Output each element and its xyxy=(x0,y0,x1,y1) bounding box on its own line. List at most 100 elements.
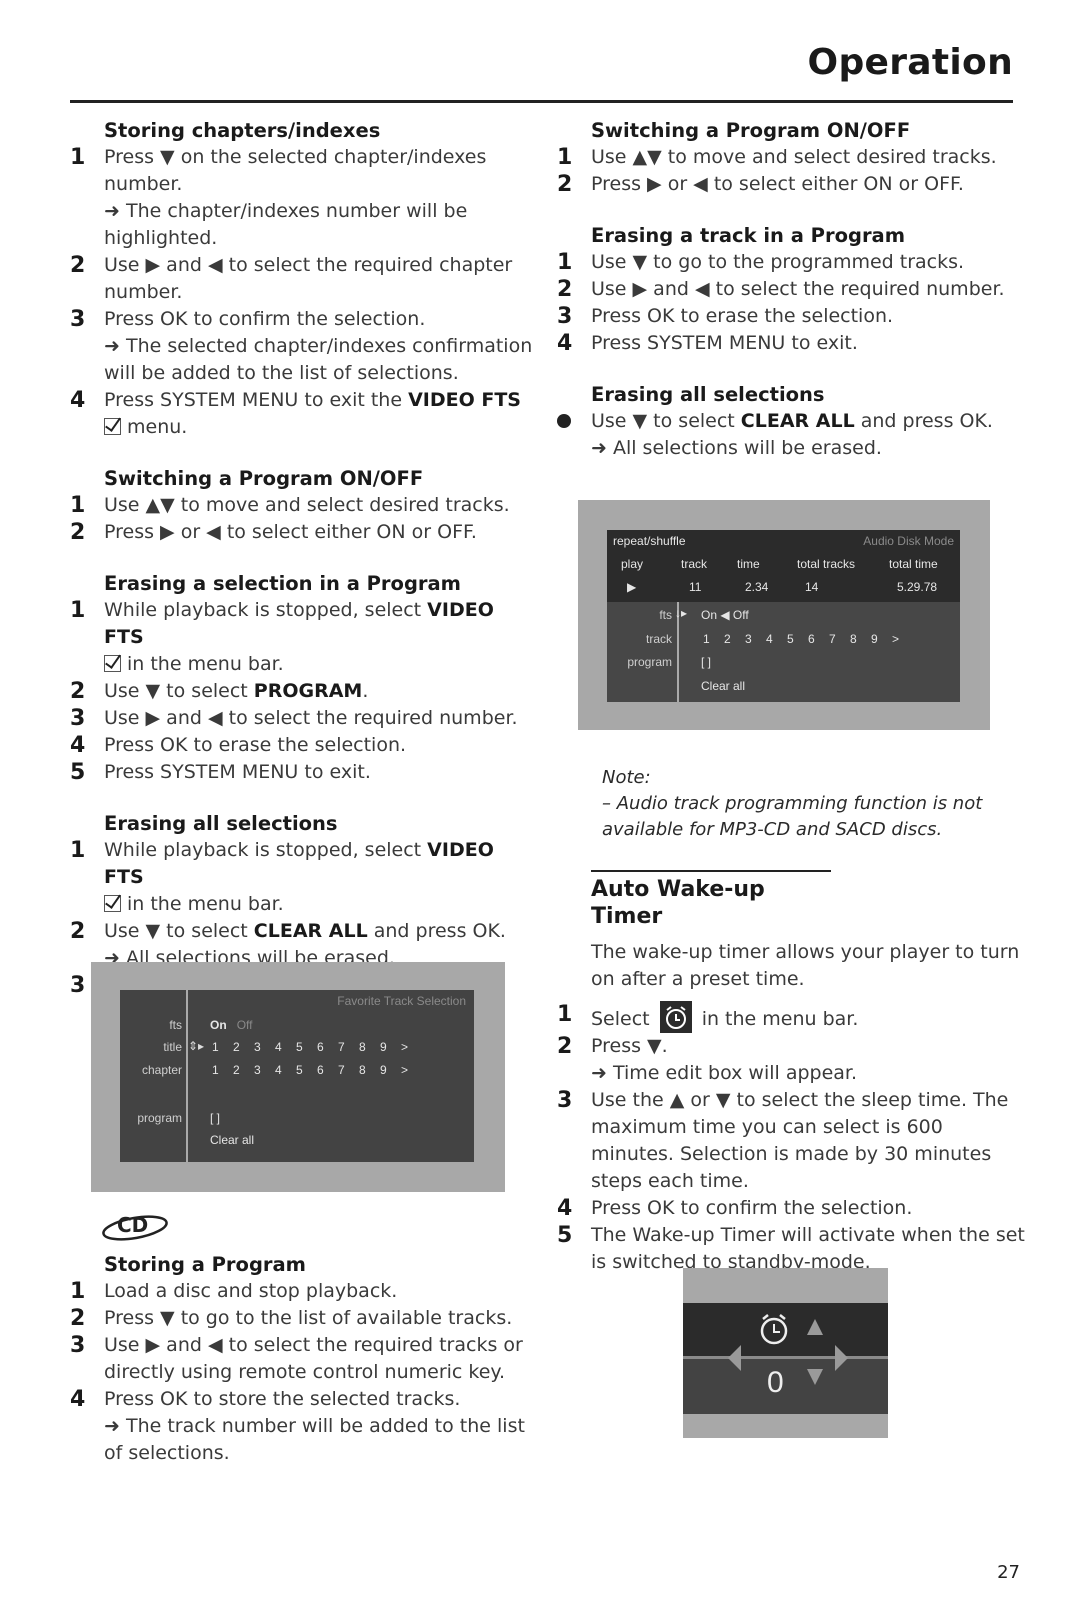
step: 3 Press OK to erase the selection. xyxy=(557,304,894,329)
column-value: 2.34 xyxy=(745,580,769,594)
step: 4 Press SYSTEM MENU to exit. xyxy=(557,331,858,356)
section-heading-wakeup: Auto Wake-up Timer xyxy=(591,870,831,930)
step: 3 Use ▶ and ◀ to select the required trac… xyxy=(70,1333,523,1383)
checkmark-icon xyxy=(104,418,121,435)
step: 4 Press OK to confirm the selection. xyxy=(557,1196,913,1221)
section-title-switching: Switching a Program ON/OFF xyxy=(104,467,424,490)
number-item: 4 xyxy=(766,632,773,646)
number-item: 3 xyxy=(745,632,752,646)
column-value: 11 xyxy=(689,580,702,594)
number-item: 4 xyxy=(275,1040,282,1054)
step: 4 Press OK to erase the selection. xyxy=(70,733,407,758)
number-item: 8 xyxy=(359,1040,366,1054)
storing-program-section: Storing a Program 1 Load a disc and stop … xyxy=(70,1251,540,1467)
number-item: 1 xyxy=(212,1063,219,1077)
step: 5 Press SYSTEM MENU to exit. xyxy=(70,760,371,785)
column-header: total time xyxy=(889,557,938,571)
checkmark-icon xyxy=(104,655,121,672)
right-arrow-icon xyxy=(835,1345,848,1371)
step: 4 Press SYSTEM MENU to exit the VIDEO FTS… xyxy=(70,388,521,438)
title-numbers: 1 2 3 4 5 6 7 8 9 > xyxy=(212,1040,422,1054)
column-value: 5.29.78 xyxy=(897,580,938,594)
down-arrow-icon xyxy=(807,1369,823,1385)
cd-logo-icon: CD xyxy=(100,1210,170,1246)
number-item: 2 xyxy=(724,632,731,646)
section-title-storing-program: Storing a Program xyxy=(104,1253,306,1276)
step: 1 Load a disc and stop playback. xyxy=(70,1279,398,1304)
number-item: 7 xyxy=(338,1063,345,1077)
step: 1 Use ▲▼ to move and select desired track… xyxy=(70,493,510,518)
section-title-storing-chapters: Storing chapters/indexes xyxy=(104,119,381,142)
step: 1 Press ▼ on the selected chapter/indexes… xyxy=(70,145,487,249)
svg-text:CD: CD xyxy=(117,1213,148,1237)
left-column: Storing chapters/indexes 1 Press ▼ on the… xyxy=(70,117,540,999)
step: 2 Press ▶ or ◀ to select either ON or OFF… xyxy=(70,520,477,545)
number-item: 9 xyxy=(871,632,878,646)
left-arrow-icon xyxy=(728,1345,741,1371)
step: 4 Press OK to store the selected tracks. ➜… xyxy=(70,1387,525,1464)
number-item: 1 xyxy=(703,632,710,646)
number-item: 8 xyxy=(850,632,857,646)
number-item: > xyxy=(401,1040,409,1054)
number-item: 4 xyxy=(275,1063,282,1077)
section-title-switching-right: Switching a Program ON/OFF xyxy=(591,119,911,142)
number-item: 8 xyxy=(359,1063,366,1077)
wakeup-section: Auto Wake-up Timer The wake-up timer all… xyxy=(557,870,1027,1276)
number-item: 5 xyxy=(296,1063,303,1077)
down-cursor-icon: ↓▸ xyxy=(675,606,688,620)
updown-cursor-icon: ⇕▸ xyxy=(188,1039,205,1053)
step: 1 Select in the menu bar. xyxy=(557,1001,1027,1033)
step: 2 Press ▼ to go to the list of available … xyxy=(70,1306,513,1331)
audio-disk-mode-screenshot: repeat/shuffle Audio Disk Mode play ▶ trac… xyxy=(578,500,990,730)
number-item: 2 xyxy=(233,1040,240,1054)
note: Note: – Audio track programming function… xyxy=(602,767,983,840)
step: 3 Use ▶ and ◀ to select the required numb… xyxy=(70,706,518,731)
column-header: total tracks xyxy=(797,557,856,571)
step: 1 While playback is stopped, select VIDEO… xyxy=(70,598,494,675)
number-item: 3 xyxy=(254,1040,261,1054)
up-arrow-icon xyxy=(807,1319,823,1335)
step: 2 Use ▼ to select PROGRAM. xyxy=(70,679,369,704)
step: 3 Use the ▲ or ▼ to select the sleep time… xyxy=(557,1088,1009,1192)
timer-value: 0 xyxy=(767,1366,784,1399)
number-item: 6 xyxy=(317,1040,324,1054)
column-header: time xyxy=(737,557,760,571)
step: 2 Use ▶ and ◀ to select the required numb… xyxy=(557,277,1005,302)
column-header: play xyxy=(621,557,644,571)
timer-edit-screenshot: 0 xyxy=(683,1268,888,1438)
right-column: Switching a Program ON/OFF 1 Use ▲▼ to mo… xyxy=(557,117,1027,462)
number-item: 7 xyxy=(829,632,836,646)
number-item: 6 xyxy=(317,1063,324,1077)
step: Use ▼ to select CLEAR ALL and press OK. ➜… xyxy=(557,408,1027,462)
checkmark-icon xyxy=(104,895,121,912)
chapter-numbers: 1 2 3 4 5 6 7 8 9 > xyxy=(212,1063,422,1077)
step: 1 Use ▲▼ to move and select desired track… xyxy=(557,145,997,170)
section-title-erasing-all: Erasing all selections xyxy=(104,812,338,835)
number-item: > xyxy=(401,1063,409,1077)
number-item: 5 xyxy=(787,632,794,646)
page-title: Operation xyxy=(807,42,1013,83)
alarm-clock-icon xyxy=(760,1314,788,1345)
section-title-erasing-track: Erasing a track in a Program xyxy=(591,224,906,247)
number-item: 5 xyxy=(296,1040,303,1054)
number-item: 2 xyxy=(233,1063,240,1077)
column-header: track xyxy=(681,557,708,571)
number-item: 9 xyxy=(380,1040,387,1054)
number-item: 1 xyxy=(212,1040,219,1054)
column-value: ▶ xyxy=(627,580,637,594)
step: 3 Press OK to confirm the selection. ➜ The… xyxy=(70,307,533,384)
step: 2 Press ▶ or ◀ to select either ON or OFF… xyxy=(557,172,964,197)
section-title-erasing-selection: Erasing a selection in a Program xyxy=(104,572,461,595)
fts-menu-screenshot: Favorite Track Selection fts title chapt… xyxy=(91,962,505,1192)
page-header: Operation xyxy=(70,42,1013,103)
step: 1 Use ▼ to go to the programmed tracks. xyxy=(557,250,965,275)
number-item: 3 xyxy=(254,1063,261,1077)
track-numbers: 1 2 3 4 5 6 7 8 9 > xyxy=(703,632,913,646)
step: 1 While playback is stopped, select VIDEO… xyxy=(70,838,494,915)
number-item: 7 xyxy=(338,1040,345,1054)
alarm-clock-icon xyxy=(659,1001,692,1033)
step: 2 Use ▶ and ◀ to select the required chap… xyxy=(70,253,513,303)
page-number: 27 xyxy=(997,1562,1020,1583)
column-value: 14 xyxy=(805,580,819,594)
step: 2 Press ▼. ➜ Time edit box will appear. xyxy=(557,1034,858,1084)
